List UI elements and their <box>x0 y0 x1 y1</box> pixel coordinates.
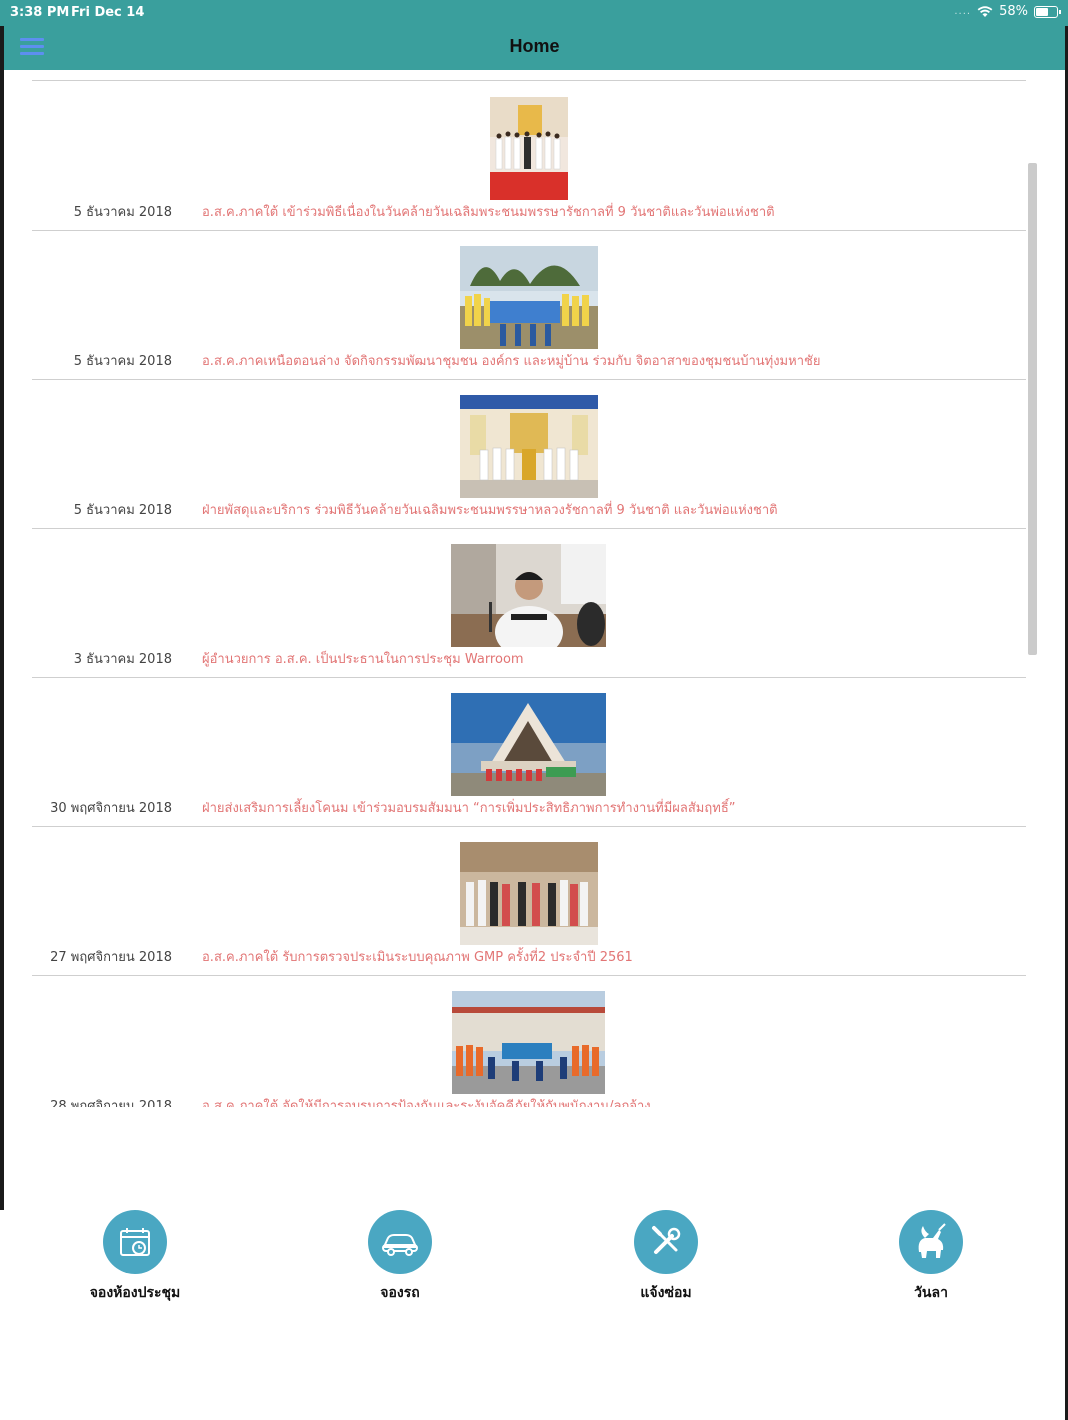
tab-label: วันลา <box>914 1285 948 1301</box>
news-headline-link[interactable]: อ.ส.ค.ภาคใต้ รับการตรวจประเมินระบบคุณภาพ… <box>202 946 633 967</box>
news-item[interactable]: 5 ธันวาคม 2018 ฝ่ายพัสดุและบริการ ร่วมพิ… <box>32 379 1026 529</box>
status-bar: 3:38 PM Fri Dec 14 .... 58% <box>0 0 1068 26</box>
news-thumbnail[interactable] <box>452 991 605 1094</box>
news-date: 5 ธันวาคม 2018 <box>73 503 172 518</box>
wifi-icon <box>977 5 993 17</box>
news-headline-link[interactable]: อ.ส.ค.ภาคใต้ เข้าร่วมพิธีเนื่องในวันคล้า… <box>202 201 775 222</box>
news-date: 28 พฤศจิกายน 2018 <box>50 1099 172 1107</box>
news-thumbnail[interactable] <box>490 97 568 200</box>
news-item[interactable]: 30 พฤศจิกายน 2018 ฝ่ายส่งเสริมการเลี้ยงโ… <box>32 677 1026 827</box>
news-thumbnail[interactable] <box>460 842 598 945</box>
news-headline-link[interactable]: อ.ส.ค.ภาคเหนือตอนล่าง จัดกิจกรรมพัฒนาชุม… <box>202 350 820 371</box>
news-headline-link[interactable]: ฝ่ายพัสดุและบริการ ร่วมพิธีวันคล้ายวันเฉ… <box>202 499 778 520</box>
news-date: 5 ธันวาคม 2018 <box>73 354 172 369</box>
news-item[interactable]: 5 ธันวาคม 2018 อ.ส.ค.ภาคใต้ เข้าร่วมพิธี… <box>32 81 1026 231</box>
battery-icon <box>1034 5 1061 18</box>
tab-label: จองห้องประชุม <box>89 1285 181 1301</box>
battery-percent: 58% <box>999 4 1028 19</box>
news-headline-link[interactable]: อ.ส.ค.ภาคใต้ จัดให้มีการอบรมการป้องกันแล… <box>202 1095 651 1107</box>
news-date: 3 ธันวาคม 2018 <box>73 652 172 667</box>
news-thumbnail[interactable] <box>460 395 598 498</box>
news-item[interactable]: 27 พฤศจิกายน 2018 อ.ส.ค.ภาคใต้ รับการตรว… <box>32 826 1026 976</box>
tab-leave[interactable]: วันลา <box>861 1210 1001 1304</box>
tab-label: จองรถ <box>380 1285 420 1301</box>
news-item[interactable]: 28 พฤศจิกายน 2018 อ.ส.ค.ภาคใต้ จัดให้มีก… <box>32 975 1026 1107</box>
news-thumbnail[interactable] <box>451 544 606 647</box>
news-date: 27 พฤศจิกายน 2018 <box>50 950 172 965</box>
news-thumbnail[interactable] <box>460 246 598 349</box>
news-date: 5 ธันวาคม 2018 <box>73 205 172 220</box>
bottom-tab-bar: จองห้องประชุม จองรถ แจ้งซ่อม วันลา <box>0 1210 1068 1330</box>
news-headline-link[interactable]: ฝ่ายส่งเสริมการเลี้ยงโคนม เข้าร่วมอบรมสั… <box>202 797 735 818</box>
news-date: 30 พฤศจิกายน 2018 <box>50 801 172 816</box>
tab-meeting-room-booking[interactable]: จองห้องประชุม <box>65 1210 205 1304</box>
news-item[interactable]: 5 ธันวาคม 2018 อ.ส.ค.ภาคเหนือตอนล่าง จัด… <box>32 230 1026 380</box>
status-indicators: .... 58% <box>954 4 1061 19</box>
news-headline-link[interactable]: ผู้อำนวยการ อ.ส.ค. เป็นประธานในการประชุม… <box>202 648 524 669</box>
status-date: Fri Dec 14 <box>71 5 145 20</box>
scrollbar[interactable] <box>1028 163 1037 655</box>
car-icon[interactable] <box>368 1210 432 1274</box>
tab-label: แจ้งซ่อม <box>640 1285 692 1301</box>
nav-bar: Home <box>4 26 1065 70</box>
tab-car-booking[interactable]: จองรถ <box>330 1210 470 1304</box>
page-title: Home <box>509 36 560 56</box>
tab-repair-request[interactable]: แจ้งซ่อม <box>596 1210 736 1304</box>
wrench-screwdriver-icon[interactable] <box>634 1210 698 1274</box>
unicorn-icon[interactable] <box>899 1210 963 1274</box>
news-list[interactable]: 5 ธันวาคม 2018 อ.ส.ค.ภาคใต้ เข้าร่วมพิธี… <box>4 70 1065 1107</box>
news-thumbnail[interactable] <box>451 693 606 796</box>
news-item[interactable]: 3 ธันวาคม 2018 ผู้อำนวยการ อ.ส.ค. เป็นปร… <box>32 528 1026 678</box>
calendar-clock-icon[interactable] <box>103 1210 167 1274</box>
cellular-signal-icon: .... <box>954 6 972 17</box>
status-time: 3:38 PM <box>10 5 70 20</box>
